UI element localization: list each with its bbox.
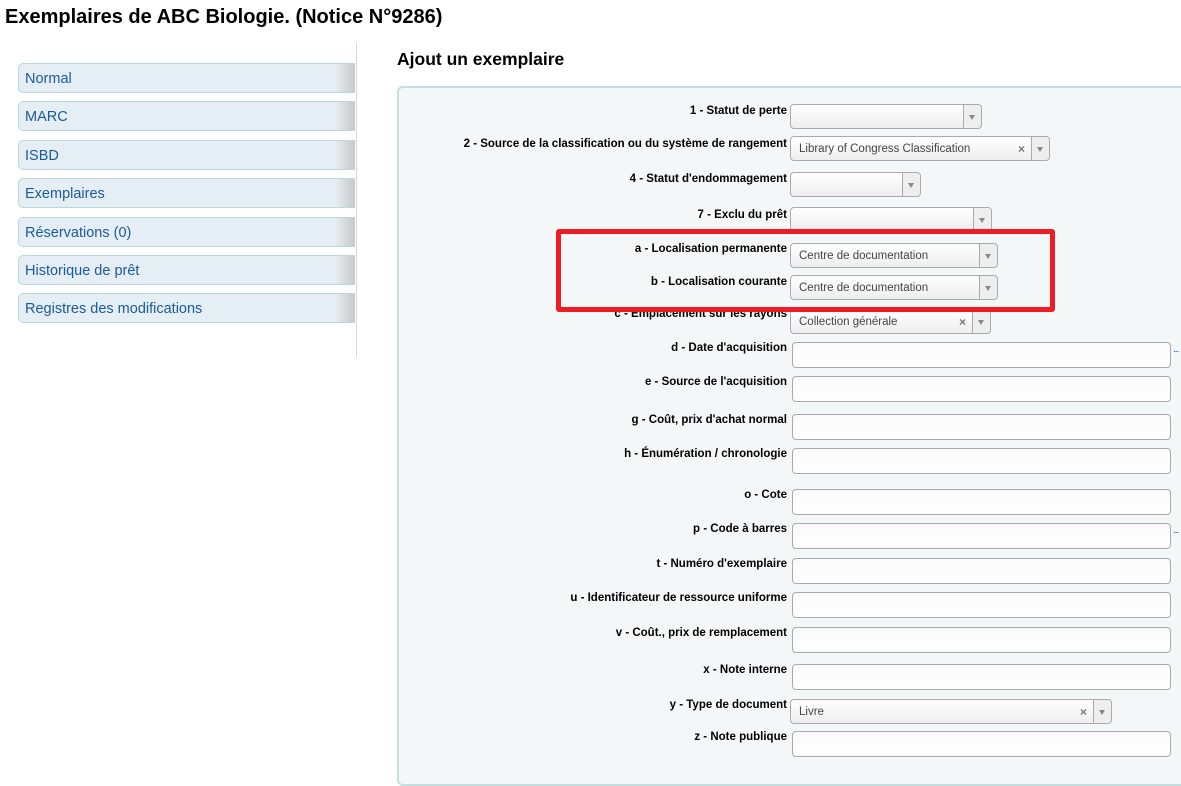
input-numero-exemplaire[interactable]: [792, 558, 1171, 584]
sidebar-item-historique[interactable]: Historique de prêt: [18, 254, 355, 285]
label-statut-endommagement: 4 - Statut d'endommagement: [629, 173, 787, 185]
form-title: Ajout un exemplaire: [397, 49, 565, 69]
select-source-classification[interactable]: Library of Congress Classification ×: [790, 136, 1050, 161]
label-source-classification: 2 - Source de la classification ou du sy…: [463, 138, 787, 150]
chevron-down-icon[interactable]: [1031, 137, 1049, 160]
clear-icon[interactable]: ×: [959, 315, 966, 329]
select-value: Livre: [799, 706, 824, 718]
label-localisation-permanente: a - Localisation permanente: [634, 243, 787, 255]
sidebar-item-exemplaires[interactable]: Exemplaires: [18, 178, 355, 209]
label-statut-perte: 1 - Statut de perte: [689, 105, 787, 117]
input-enumeration[interactable]: [792, 448, 1171, 474]
input-cout-remplacement[interactable]: [792, 627, 1171, 653]
input-uri[interactable]: [792, 592, 1171, 618]
select-localisation-permanente[interactable]: Centre de documentation: [790, 243, 998, 268]
page-title: Exemplaires de ABC Biologie. (Notice N°9…: [5, 6, 443, 28]
plugin-link[interactable]: ...: [1173, 344, 1179, 355]
input-note-interne[interactable]: [792, 664, 1171, 690]
label-exclu-pret: 7 - Exclu du prêt: [697, 209, 787, 221]
chevron-down-icon[interactable]: [963, 105, 981, 128]
label-type-document: y - Type de document: [669, 699, 787, 711]
input-date-acquisition[interactable]: [792, 342, 1171, 368]
label-localisation-courante: b - Localisation courante: [650, 276, 787, 288]
select-value: Centre de documentation: [799, 250, 929, 262]
select-localisation-courante[interactable]: Centre de documentation: [790, 275, 998, 300]
add-item-form: 1 - Statut de perte 2 - Source de la cla…: [397, 86, 1181, 786]
select-statut-perte[interactable]: [790, 104, 982, 129]
label-cote: o - Cote: [744, 489, 787, 501]
chevron-down-icon[interactable]: [902, 173, 920, 196]
clear-icon[interactable]: ×: [1080, 705, 1087, 719]
sidebar-item-normal[interactable]: Normal: [18, 63, 355, 93]
sidebar-item-registres[interactable]: Registres des modifications: [18, 293, 355, 324]
label-cout-remplacement: v - Coût., prix de remplacement: [615, 627, 787, 639]
label-numero-exemplaire: t - Numéro d'exemplaire: [656, 558, 787, 570]
plugin-link[interactable]: ...: [1173, 525, 1179, 536]
input-note-publique[interactable]: [792, 731, 1171, 757]
select-value: Library of Congress Classification: [799, 143, 971, 155]
select-value: Collection générale: [799, 316, 898, 328]
chevron-down-icon[interactable]: [979, 244, 997, 267]
label-uri: u - Identificateur de ressource uniforme: [570, 592, 787, 604]
chevron-down-icon[interactable]: [979, 276, 997, 299]
label-emplacement-rayons: c - Emplacement sur les rayons: [614, 308, 787, 320]
chevron-down-icon[interactable]: [972, 310, 990, 333]
label-date-acquisition: d - Date d'acquisition: [671, 342, 787, 354]
sidebar-item-marc[interactable]: MARC: [18, 101, 355, 132]
select-exclu-pret[interactable]: [790, 207, 992, 232]
label-note-publique: z - Note publique: [694, 731, 787, 743]
sidebar: Normal MARC ISBD Exemplaires Réservation…: [18, 43, 357, 357]
clear-icon[interactable]: ×: [1018, 142, 1025, 156]
label-enumeration: h - Énumération / chronologie: [624, 448, 787, 460]
sidebar-item-isbd[interactable]: ISBD: [18, 139, 355, 170]
sidebar-item-reservations[interactable]: Réservations (0): [18, 216, 355, 247]
input-source-acquisition[interactable]: [792, 376, 1171, 402]
label-code-barres: p - Code à barres: [693, 523, 787, 535]
chevron-down-icon[interactable]: [1093, 700, 1111, 723]
select-statut-endommagement[interactable]: [790, 172, 921, 197]
label-source-acquisition: e - Source de l'acquisition: [644, 376, 787, 388]
view-tabs: Normal MARC ISBD Exemplaires Réservation…: [18, 63, 355, 332]
label-cout-achat: g - Coût, prix d'achat normal: [631, 414, 787, 426]
input-cout-achat[interactable]: [792, 414, 1171, 440]
label-note-interne: x - Note interne: [703, 664, 787, 676]
input-code-barres[interactable]: [792, 523, 1171, 549]
input-cote[interactable]: [792, 489, 1171, 515]
chevron-down-icon[interactable]: [973, 208, 991, 231]
select-emplacement-rayons[interactable]: Collection générale ×: [790, 309, 991, 334]
select-type-document[interactable]: Livre ×: [790, 699, 1112, 724]
select-value: Centre de documentation: [799, 282, 929, 294]
